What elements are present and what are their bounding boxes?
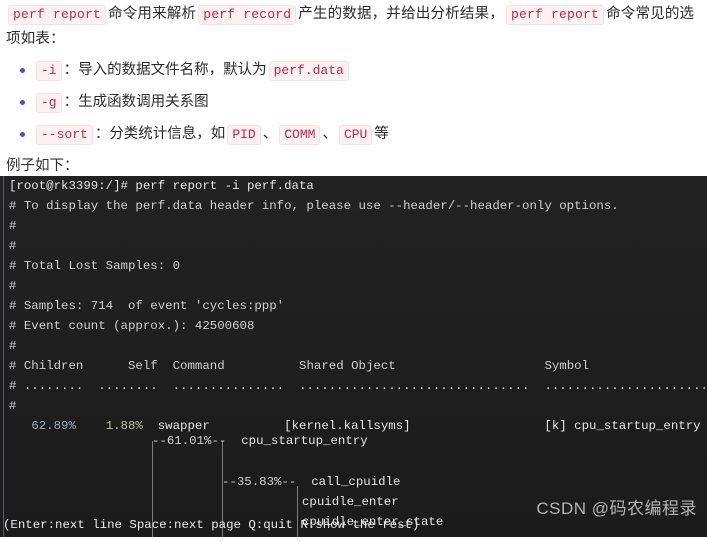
- callgraph-symbol-1: cpu_startup_entry: [241, 434, 368, 448]
- terminal-line-6: # Event count (approx.): 42500608: [9, 319, 255, 333]
- terminal-line-2: #: [9, 239, 17, 253]
- column-header-children: Children: [23, 359, 84, 373]
- example-label: 例子如下：: [6, 158, 79, 174]
- inline-code-perf-report-2: perf report: [506, 5, 605, 25]
- column-header-shared-object: Shared Object: [299, 359, 396, 373]
- list-item-option-g: -g ：生成函数调用关系图: [20, 92, 701, 113]
- callgraph-branch-1: --61.01%--: [152, 434, 227, 448]
- callgraph-symbol-3: cpuidle_enter: [302, 495, 399, 509]
- inline-code-perf-data: perf.data: [268, 61, 349, 81]
- terminal-status-line: (Enter:next line Space:next page Q:quit …: [3, 517, 420, 532]
- column-header-symbol: Symbol: [544, 359, 590, 373]
- terminal-line-3: # Total Lost Samples: 0: [9, 259, 181, 273]
- callgraph-row-1: --61.01%-- cpu_startup_entry: [152, 431, 368, 451]
- callgraph-branch-2: --35.83%--: [222, 475, 297, 489]
- option-colon-g: ：: [63, 94, 79, 110]
- option-flag-i: -i: [36, 61, 62, 81]
- terminal-line-0: # To display the perf.data header info, …: [9, 199, 619, 213]
- inline-code-perf-report-1: perf report: [8, 5, 107, 25]
- option-desc-sort: 分类统计信息，如: [109, 126, 226, 142]
- sort-separator-1: 、: [262, 126, 278, 142]
- cell-children-pct: 62.89%: [31, 419, 76, 433]
- table-header-row: # Children Self Command Shared Object Sy…: [9, 356, 589, 376]
- column-header-self: Self: [128, 359, 158, 373]
- terminal-line-4: #: [9, 279, 17, 293]
- terminal-line-5: # Samples: 714 of event 'cycles:ppp': [9, 299, 285, 313]
- intro-text-1: 命令用来解析: [108, 6, 197, 22]
- callgraph-symbol-2: call_cpuidle: [311, 475, 401, 489]
- column-header-command: Command: [172, 359, 225, 373]
- cell-self-pct: 1.88%: [105, 419, 143, 433]
- option-desc-i: 导入的数据文件名称，默认为: [78, 62, 267, 78]
- list-item-option-i: -i ：导入的数据文件名称，默认为 perf.data: [20, 60, 701, 81]
- options-list: -i ：导入的数据文件名称，默认为 perf.data -g ：生成函数调用关系图 -…: [6, 60, 701, 145]
- option-colon-i: ：: [63, 62, 79, 78]
- inline-code-perf-record: perf record: [198, 5, 297, 25]
- terminal-prompt-line: [root@rk3399:/]# perf report -i perf.dat…: [9, 179, 314, 193]
- terminal-line-7: #: [9, 339, 17, 353]
- csdn-watermark: CSDN @码农编程录: [536, 498, 697, 518]
- callgraph-row-2: --35.83%-- call_cpuidle: [222, 472, 400, 492]
- option-flag-g: -g: [36, 93, 62, 113]
- article-section: perf report 命令用来解析 perf record 产生的数据，并给出分析结…: [0, 0, 707, 176]
- terminal-left-edge: [3, 176, 4, 537]
- table-hash-row: #: [9, 399, 17, 413]
- list-item-option-sort: --sort ：分类统计信息，如 PID、 COMM、 CPU 等: [20, 124, 701, 145]
- terminal-line-1: #: [9, 219, 17, 233]
- inline-code-cpu: CPU: [338, 125, 373, 145]
- option-flag-sort: --sort: [36, 125, 93, 145]
- option-colon-sort: ：: [94, 126, 110, 142]
- option-desc-sort-tail: 等: [374, 126, 389, 142]
- option-desc-g: 生成函数调用关系图: [78, 94, 209, 110]
- table-separator-row: # ........ ........ ............... ....…: [9, 379, 707, 393]
- intro-text-2: 产生的数据，并给出分析结果，: [298, 6, 505, 22]
- inline-code-pid: PID: [227, 125, 261, 145]
- intro-paragraph: perf report 命令用来解析 perf record 产生的数据，并给出分析结…: [6, 0, 701, 52]
- cell-symbol: [k] cpu_startup_entry: [544, 419, 701, 433]
- terminal-output[interactable]: [root@rk3399:/]# perf report -i perf.dat…: [0, 176, 707, 537]
- sort-separator-2: 、: [322, 126, 337, 142]
- inline-code-comm: COMM: [279, 125, 321, 145]
